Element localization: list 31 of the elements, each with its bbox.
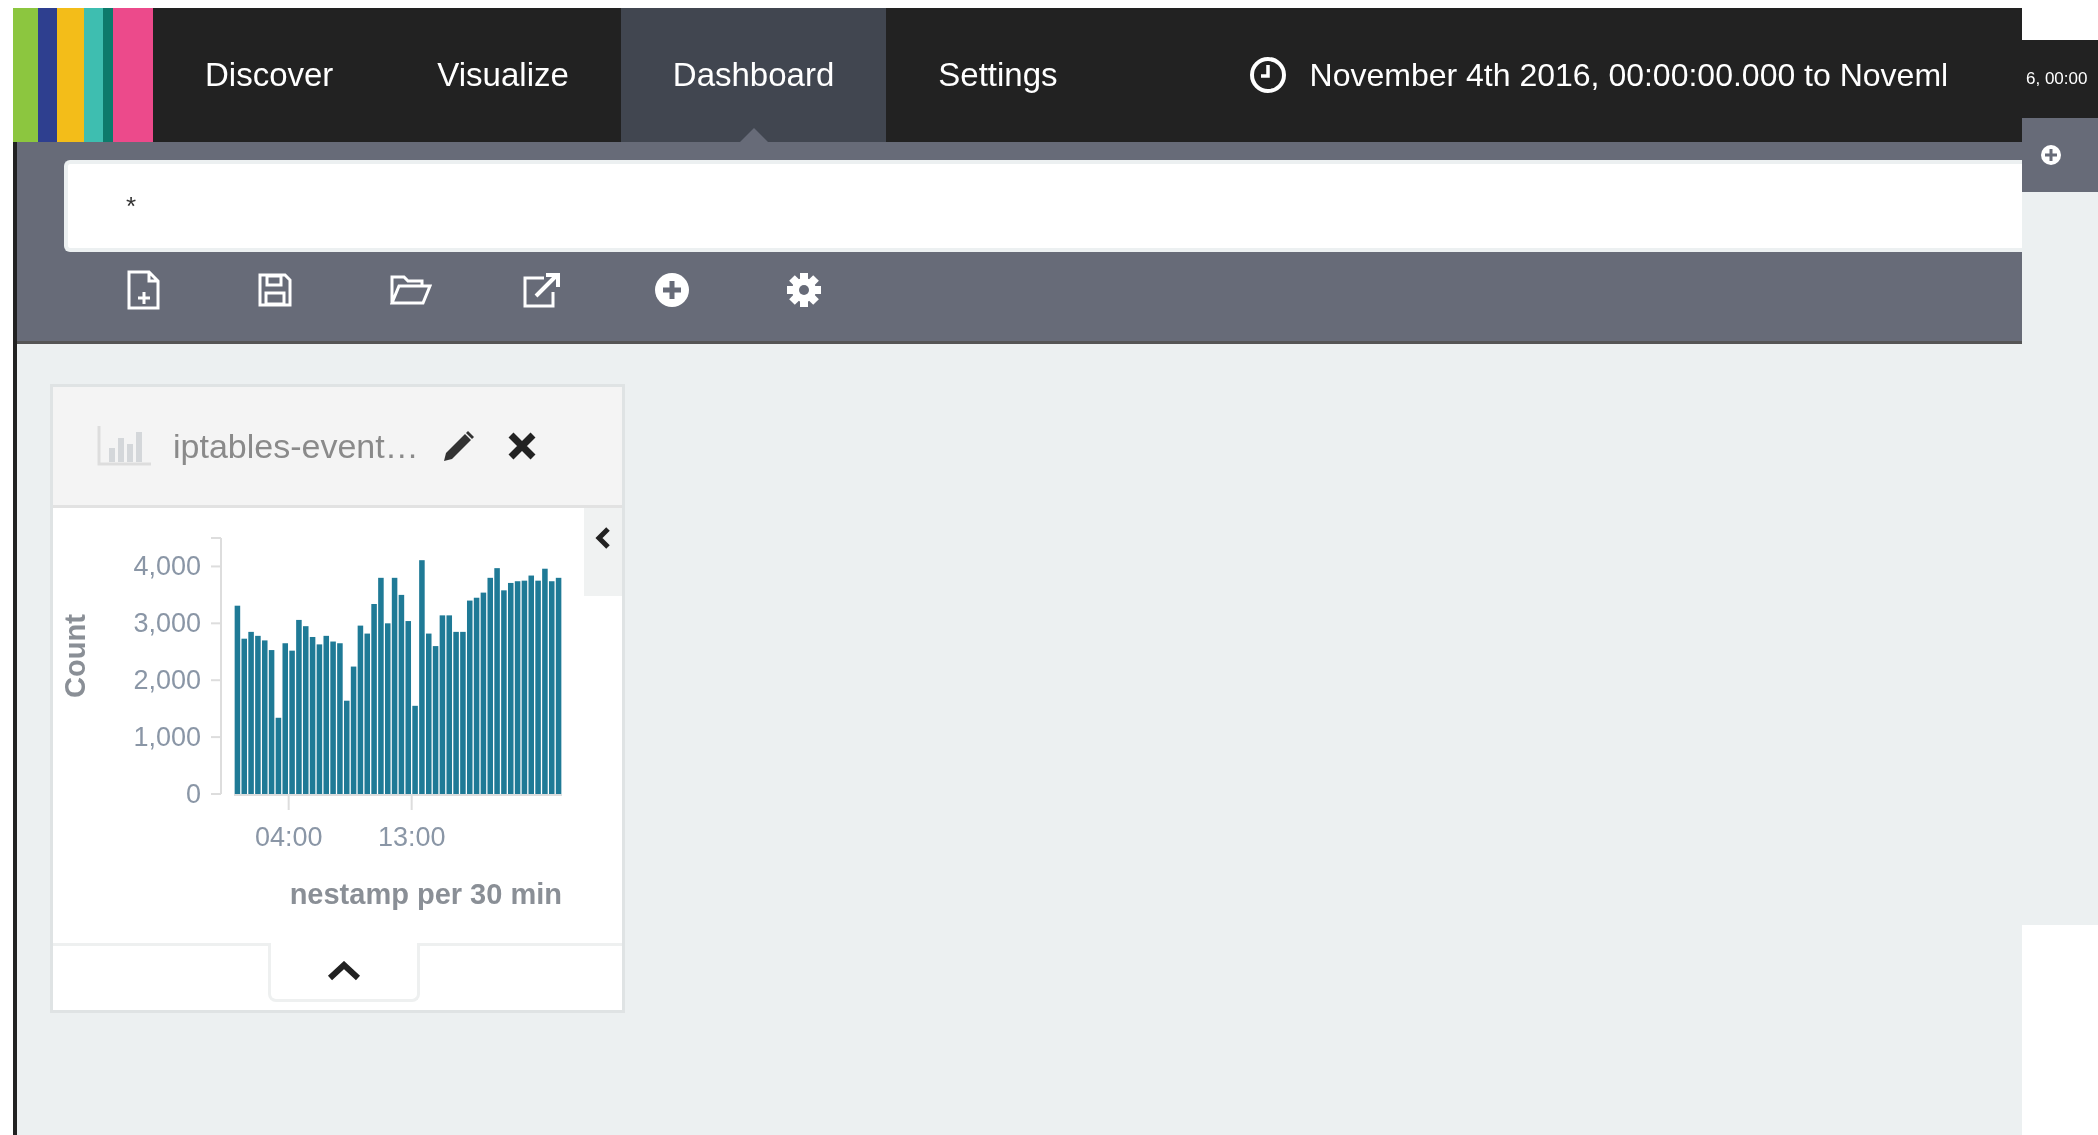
axis-title: Count [59, 614, 91, 698]
share-icon[interactable] [522, 272, 562, 308]
axis-tick-label: 0 [185, 779, 201, 809]
bar-chart-icon [97, 426, 151, 466]
axis-tick-label: 3,000 [133, 608, 201, 639]
add-icon[interactable] [654, 272, 690, 308]
axis-tick-label: 2,000 [133, 665, 201, 696]
chevron-left-icon [595, 526, 611, 550]
nav-tab[interactable]: Dashboard [620, 8, 887, 142]
axis-tick-label: 1,000 [133, 722, 201, 753]
time-range-text: 6, 00:00 [2026, 69, 2088, 89]
nav-tab[interactable]: Discover [153, 8, 386, 142]
add-icon[interactable] [2040, 144, 2062, 166]
close-icon[interactable] [506, 431, 537, 461]
axis-tick-label: 04:00 [254, 822, 323, 852]
time-range-text[interactable]: November 4th 2016, 00:00:00.000 to Noveml [1309, 56, 1949, 94]
axis-title: nestamp per 30 min [289, 878, 562, 910]
panel-title: iptables-event… [173, 426, 419, 466]
nav-tab[interactable]: Settings [886, 8, 1110, 142]
new-document-icon[interactable] [126, 270, 162, 310]
collapse-button[interactable] [584, 508, 622, 596]
nav-tab[interactable]: Visualize [385, 8, 621, 142]
axis-tick-label: 13:00 [377, 822, 446, 852]
axis-tick-label: 4,000 [133, 551, 201, 582]
clock-icon [1247, 55, 1288, 95]
chevron-up-icon [327, 961, 361, 981]
query-field[interactable]: * [64, 160, 2022, 252]
folder-icon[interactable] [390, 274, 432, 306]
expand-tab[interactable] [268, 943, 420, 1002]
settings-icon[interactable] [786, 272, 822, 308]
save-icon[interactable] [258, 273, 292, 307]
